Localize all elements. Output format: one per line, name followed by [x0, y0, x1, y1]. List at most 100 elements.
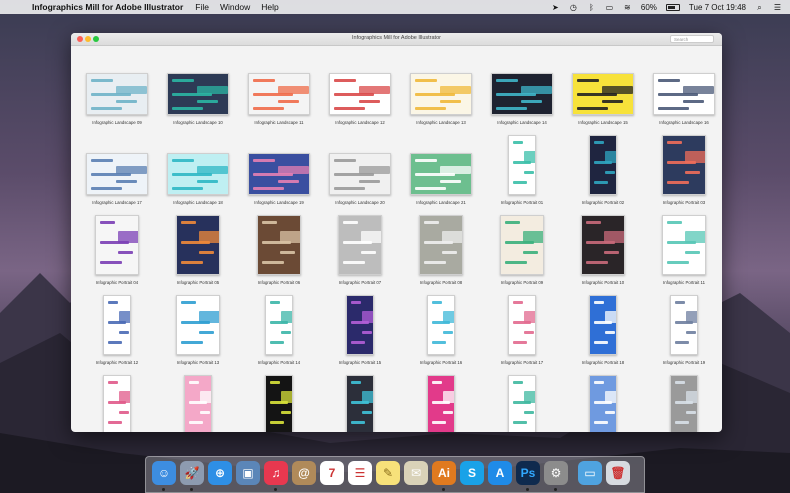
template-thumbnail[interactable] [581, 215, 625, 275]
template-item[interactable]: Infographic Portrait 06 [239, 213, 319, 291]
dock-mail-icon[interactable]: ✉ [404, 461, 428, 485]
template-item[interactable]: Infographic Portrait 22 [239, 373, 319, 432]
template-item[interactable]: Infographic Landscape 21 [401, 133, 481, 211]
notification-center-icon[interactable]: ☰ [773, 3, 782, 12]
menu-help[interactable]: Help [261, 2, 278, 12]
dock-launchpad-icon[interactable]: 🚀 [180, 461, 204, 485]
template-thumbnail[interactable] [257, 215, 301, 275]
template-item[interactable]: Infographic Landscape 10 [158, 53, 238, 131]
dock-reminders-icon[interactable]: ☰ [348, 461, 372, 485]
template-item[interactable]: Infographic Portrait 07 [320, 213, 400, 291]
template-thumbnail[interactable] [265, 375, 293, 432]
template-item[interactable]: Infographic Landscape 18 [158, 133, 238, 211]
template-thumbnail[interactable] [427, 375, 455, 432]
template-thumbnail[interactable] [103, 295, 131, 355]
dock-skype-icon[interactable]: S [460, 461, 484, 485]
template-thumbnail[interactable] [329, 73, 391, 115]
template-item[interactable]: Infographic Portrait 08 [401, 213, 481, 291]
template-item[interactable]: Infographic Portrait 26 [563, 373, 643, 432]
template-thumbnail[interactable] [662, 135, 706, 195]
template-item[interactable]: Infographic Portrait 25 [482, 373, 562, 432]
template-thumbnail[interactable] [670, 295, 698, 355]
template-thumbnail[interactable] [670, 375, 698, 432]
template-thumbnail[interactable] [427, 295, 455, 355]
bluetooth-icon[interactable]: ᛒ [587, 3, 596, 12]
template-thumbnail[interactable] [265, 295, 293, 355]
template-item[interactable]: Infographic Portrait 20 [77, 373, 157, 432]
template-item[interactable]: Infographic Portrait 09 [482, 213, 562, 291]
menubar-clock[interactable]: Tue 7 Oct 19:48 [689, 3, 746, 12]
template-item[interactable]: Infographic Landscape 12 [320, 53, 400, 131]
template-thumbnail[interactable] [167, 73, 229, 115]
location-icon[interactable]: ➤ [551, 3, 560, 12]
template-item[interactable]: Infographic Landscape 20 [320, 133, 400, 211]
template-item[interactable]: Infographic Portrait 05 [158, 213, 238, 291]
template-item[interactable]: Infographic Portrait 04 [77, 213, 157, 291]
template-item[interactable]: Infographic Portrait 23 [320, 373, 400, 432]
template-thumbnail[interactable] [167, 153, 229, 195]
menu-app-name[interactable]: Infographics Mill for Adobe Illustrator [32, 2, 183, 12]
dock-app-store-icon[interactable]: A [488, 461, 512, 485]
template-thumbnail[interactable] [95, 215, 139, 275]
dock-finder-icon[interactable]: ☺ [152, 461, 176, 485]
template-item[interactable]: Infographic Portrait 18 [563, 293, 643, 371]
template-thumbnail[interactable] [346, 375, 374, 432]
dock-notes-icon[interactable]: ✎ [376, 461, 400, 485]
template-thumbnail[interactable] [176, 215, 220, 275]
template-thumbnail[interactable] [419, 215, 463, 275]
template-thumbnail[interactable] [500, 215, 544, 275]
template-thumbnail[interactable] [184, 375, 212, 432]
template-thumbnail[interactable] [662, 215, 706, 275]
template-thumbnail[interactable] [410, 73, 472, 115]
template-thumbnail[interactable] [572, 73, 634, 115]
dock-trash-icon[interactable]: 🗑 [606, 461, 630, 485]
spotlight-search-icon[interactable]: ⌕ [755, 3, 764, 12]
template-item[interactable]: Infographic Portrait 24 [401, 373, 481, 432]
search-field[interactable]: Search [670, 35, 714, 43]
dock-preview-icon[interactable]: ▣ [236, 461, 260, 485]
dock-downloads-folder-icon[interactable]: ▭ [578, 461, 602, 485]
template-item[interactable]: Infographic Landscape 14 [482, 53, 562, 131]
template-thumbnail[interactable] [491, 73, 553, 115]
template-item[interactable]: Infographic Portrait 03 [644, 133, 722, 211]
template-item[interactable]: Infographic Landscape 13 [401, 53, 481, 131]
dock-illustrator-icon[interactable]: Ai [432, 461, 456, 485]
template-item[interactable]: Infographic Portrait 19 [644, 293, 722, 371]
template-thumbnail[interactable] [86, 73, 148, 115]
template-thumbnail[interactable] [508, 375, 536, 432]
template-item[interactable]: Infographic Landscape 15 [563, 53, 643, 131]
dock-system-preferences-icon[interactable]: ⚙ [544, 461, 568, 485]
menu-file[interactable]: File [195, 2, 209, 12]
dock-itunes-icon[interactable]: ♫ [264, 461, 288, 485]
template-thumbnail[interactable] [410, 153, 472, 195]
dock-contacts-icon[interactable]: @ [292, 461, 316, 485]
template-item[interactable]: Infographic Portrait 01 [482, 133, 562, 211]
template-item[interactable]: Infographic Portrait 13 [158, 293, 238, 371]
template-thumbnail[interactable] [248, 153, 310, 195]
menu-window[interactable]: Window [220, 2, 250, 12]
airplay-icon[interactable]: ▭ [605, 3, 614, 12]
template-thumbnail[interactable] [338, 215, 382, 275]
template-thumbnail[interactable] [329, 153, 391, 195]
template-item[interactable]: Infographic Portrait 02 [563, 133, 643, 211]
template-thumbnail[interactable] [589, 295, 617, 355]
template-item[interactable]: Infographic Landscape 09 [77, 53, 157, 131]
template-item[interactable]: Infographic Portrait 21 [158, 373, 238, 432]
template-thumbnail[interactable] [86, 153, 148, 195]
template-item[interactable]: Infographic Landscape 17 [77, 133, 157, 211]
template-item[interactable]: Infographic Portrait 17 [482, 293, 562, 371]
dock-photoshop-icon[interactable]: Ps [516, 461, 540, 485]
template-item[interactable]: Infographic Landscape 11 [239, 53, 319, 131]
template-thumbnail[interactable] [589, 375, 617, 432]
template-item[interactable]: Infographic Landscape 16 [644, 53, 722, 131]
template-thumbnail[interactable] [103, 375, 131, 432]
template-item[interactable]: Infographic Landscape 19 [239, 133, 319, 211]
template-thumbnail[interactable] [653, 73, 715, 115]
template-item[interactable]: Infographic Portrait 16 [401, 293, 481, 371]
dock-calendar-icon[interactable]: 7 [320, 461, 344, 485]
template-item[interactable]: Infographic Portrait 14 [239, 293, 319, 371]
template-thumbnail[interactable] [248, 73, 310, 115]
template-thumbnail[interactable] [508, 295, 536, 355]
template-thumbnail[interactable] [346, 295, 374, 355]
wifi-icon[interactable]: ≋ [623, 3, 632, 12]
